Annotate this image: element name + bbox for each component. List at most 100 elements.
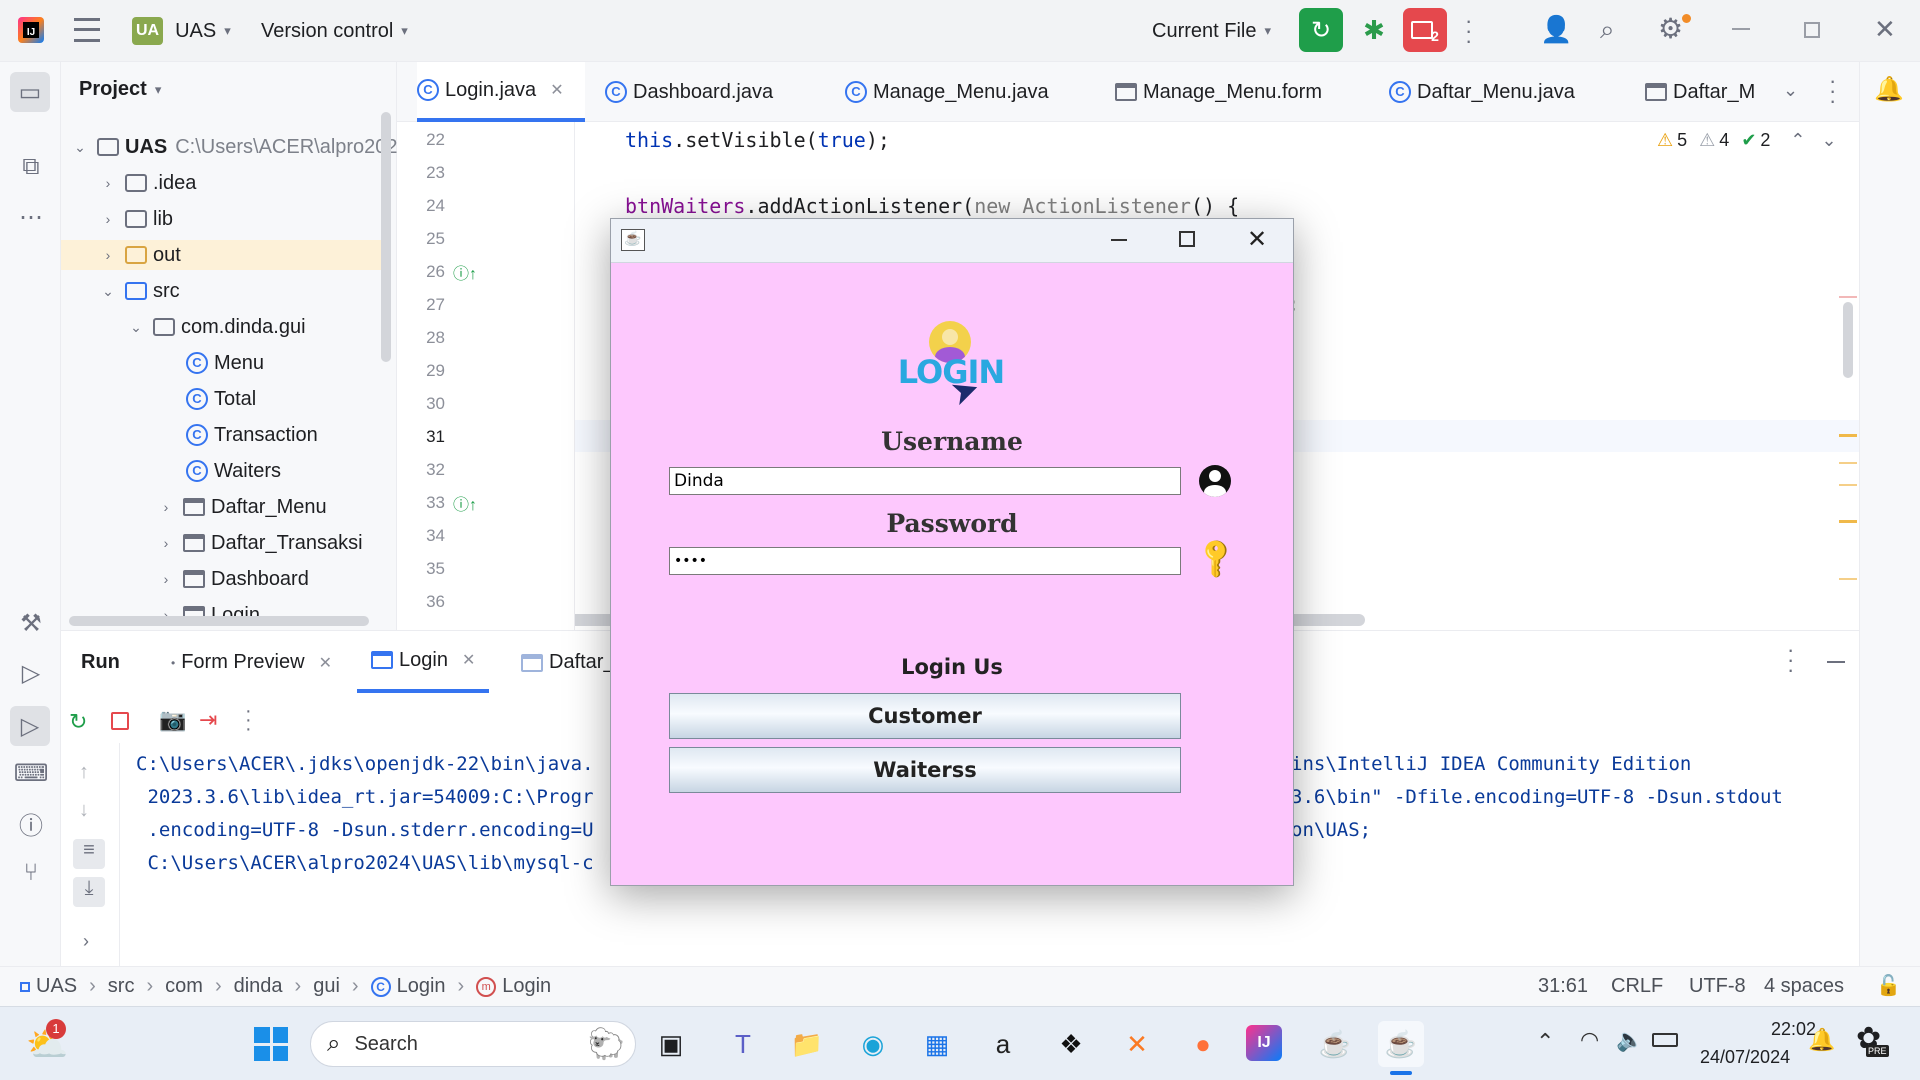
run-config-selector[interactable]: Current File ▾ [1152,13,1271,49]
main-menu-icon[interactable] [74,18,100,42]
breadcrumb-item[interactable]: UAS [36,975,77,998]
tree-item[interactable]: › .idea [99,168,197,198]
tree-item[interactable]: C Transaction [186,420,318,450]
breadcrumb-item[interactable]: com [165,975,203,998]
xampp-icon[interactable]: ✕ [1114,1021,1160,1067]
structure-icon[interactable]: ⧉ [14,150,48,184]
windows-start-icon[interactable] [254,1027,288,1061]
project-panel-header[interactable]: Project ▾ [79,78,161,101]
tab-dashboard-java[interactable]: C Dashboard.java [605,62,773,122]
tab-manage-menu-java[interactable]: C Manage_Menu.java [845,62,1049,122]
store-icon[interactable]: ▦ [914,1021,960,1067]
username-input[interactable] [669,467,1181,495]
breadcrumb-item[interactable]: src [108,975,135,998]
line-separator[interactable]: CRLF [1611,975,1663,998]
minimize-icon[interactable] [1732,28,1750,30]
tree-item-selected[interactable]: › out [61,240,381,270]
screenshot-icon[interactable]: 📷 [159,707,186,733]
settings-icon[interactable]: ⚙ [1658,12,1692,46]
notifications-icon[interactable]: 🔔 [1872,72,1906,106]
tab-daftar-menu-java[interactable]: C Daftar_Menu.java [1389,62,1575,122]
tab-manage-menu-form[interactable]: Manage_Menu.form [1115,62,1322,122]
implements-gutter-icon[interactable]: ⓘ↑ [453,260,477,284]
wifi-icon[interactable]: ◠ [1580,1027,1599,1053]
project-scrollbar[interactable] [381,112,391,362]
rerun-button[interactable]: ↻ [1299,8,1343,52]
java-app-icon[interactable]: ☕ [1312,1021,1358,1067]
tabs-more-icon[interactable]: · · · [1829,70,1836,112]
breadcrumb-item[interactable]: dinda [234,975,283,998]
run-tool-icon[interactable]: ▷ [10,706,50,746]
tree-item[interactable]: › Daftar_Transaksi [157,528,363,558]
intellij-taskbar-icon[interactable]: IJ [1246,1025,1282,1061]
chevron-up-icon[interactable]: ⌃ [1790,130,1805,151]
run-more-icon[interactable]: · · · [1787,639,1794,681]
clock-date[interactable]: 24/07/2024 [1700,1047,1790,1068]
tree-item[interactable]: › Daftar_Menu [157,492,327,522]
debug-icon[interactable]: ✱ [1356,12,1392,48]
lock-icon[interactable]: 🔓 [1876,973,1901,998]
close-icon[interactable]: ✕ [1874,14,1896,45]
run-toolbar-more-icon[interactable]: · · · [245,701,252,739]
tree-item[interactable]: C Menu [186,348,264,378]
project-folder-icon[interactable]: ▭ [10,72,50,112]
tree-item[interactable]: › lib [99,204,173,234]
edge-icon[interactable]: ◉ [850,1021,896,1067]
notification-bell-icon[interactable]: 🔔 [1808,1027,1835,1053]
file-explorer-icon[interactable]: 📁 [784,1021,830,1067]
tab-login-run[interactable]: Login ✕ [357,631,490,693]
expand-icon[interactable]: › [83,931,89,952]
copilot-icon[interactable]: ✿ PRE [1856,1021,1889,1057]
caret-position[interactable]: 31:61 [1538,975,1588,998]
indent-setting[interactable]: 4 spaces [1764,975,1844,998]
more-actions-icon[interactable]: · · · [1465,10,1472,52]
project-selector[interactable]: UA UAS ▾ [132,13,231,49]
firefox-icon[interactable]: ● [1180,1021,1226,1067]
password-input[interactable] [669,547,1181,575]
tab-daftar-m[interactable]: Daftar_M [1645,62,1755,122]
scroll-down-icon[interactable]: ↓ [79,799,89,822]
maximize-icon[interactable] [1804,22,1820,38]
weather-icon[interactable]: ⛅ 1 [26,1019,68,1065]
build-icon[interactable]: ⚒ [14,606,48,640]
rerun-icon[interactable]: ↻ [69,709,87,735]
volume-icon[interactable]: 🔈 [1616,1027,1643,1053]
version-control-selector[interactable]: Version control ▾ [261,13,408,49]
tree-item[interactable]: ⌄ src [99,276,180,306]
inspection-widget[interactable]: ⚠ 5 ⚠ 4 ✔ 2 ⌃ ⌄ [1657,130,1837,151]
close-icon[interactable]: ✕ [462,650,475,670]
waiterss-button[interactable]: Waiterss [669,747,1181,793]
chevron-down-icon[interactable]: ⌄ [1822,130,1837,151]
close-icon[interactable]: ✕ [319,653,332,673]
add-user-icon[interactable]: 👤 [1540,14,1574,48]
file-encoding[interactable]: UTF-8 [1689,975,1746,998]
breadcrumb-item[interactable]: gui [313,975,340,998]
tab-daftar-run[interactable]: Daftar_ [521,651,615,674]
exit-icon[interactable]: ⇥ [199,707,217,733]
more-tools-icon[interactable]: ⋯ [14,200,48,234]
editor-scrollbar[interactable] [1843,302,1853,378]
intellij-logo-icon[interactable]: IJ [18,17,44,43]
search-icon[interactable]: ⌕ [1600,14,1634,48]
scroll-up-icon[interactable]: ↑ [79,761,89,784]
dialog-close-icon[interactable]: ✕ [1247,225,1267,254]
dialog-maximize-icon[interactable] [1179,231,1195,247]
services-icon[interactable]: ▷ [14,656,48,690]
tree-item[interactable]: ⌄ com.dinda.gui [127,312,305,342]
dialog-title-bar[interactable]: ☕ ✕ [611,219,1293,263]
taskbar-search-box[interactable]: ⌕ Search 🐑 [310,1021,636,1067]
git-icon[interactable]: ⑂ [14,856,48,890]
tabs-dropdown-icon[interactable]: ⌄ [1783,80,1798,101]
tree-item[interactable]: C Waiters [186,456,281,486]
terminal-icon[interactable]: ⌨ [14,756,49,790]
amazon-icon[interactable]: a [980,1021,1026,1067]
tree-item[interactable]: › Dashboard [157,564,309,594]
show-hidden-icons[interactable]: ⌃ [1536,1029,1554,1055]
implements-gutter-icon[interactable]: ⓘ↑ [453,491,477,515]
teams-icon[interactable]: T [720,1021,766,1067]
task-view-icon[interactable]: ▣ [648,1021,694,1067]
project-hscrollbar[interactable] [69,616,369,626]
scroll-to-end-icon[interactable]: ⤓ [73,877,105,907]
soft-wrap-icon[interactable]: ≡ [73,839,105,869]
java-app-icon-active[interactable]: ☕ [1378,1021,1424,1067]
